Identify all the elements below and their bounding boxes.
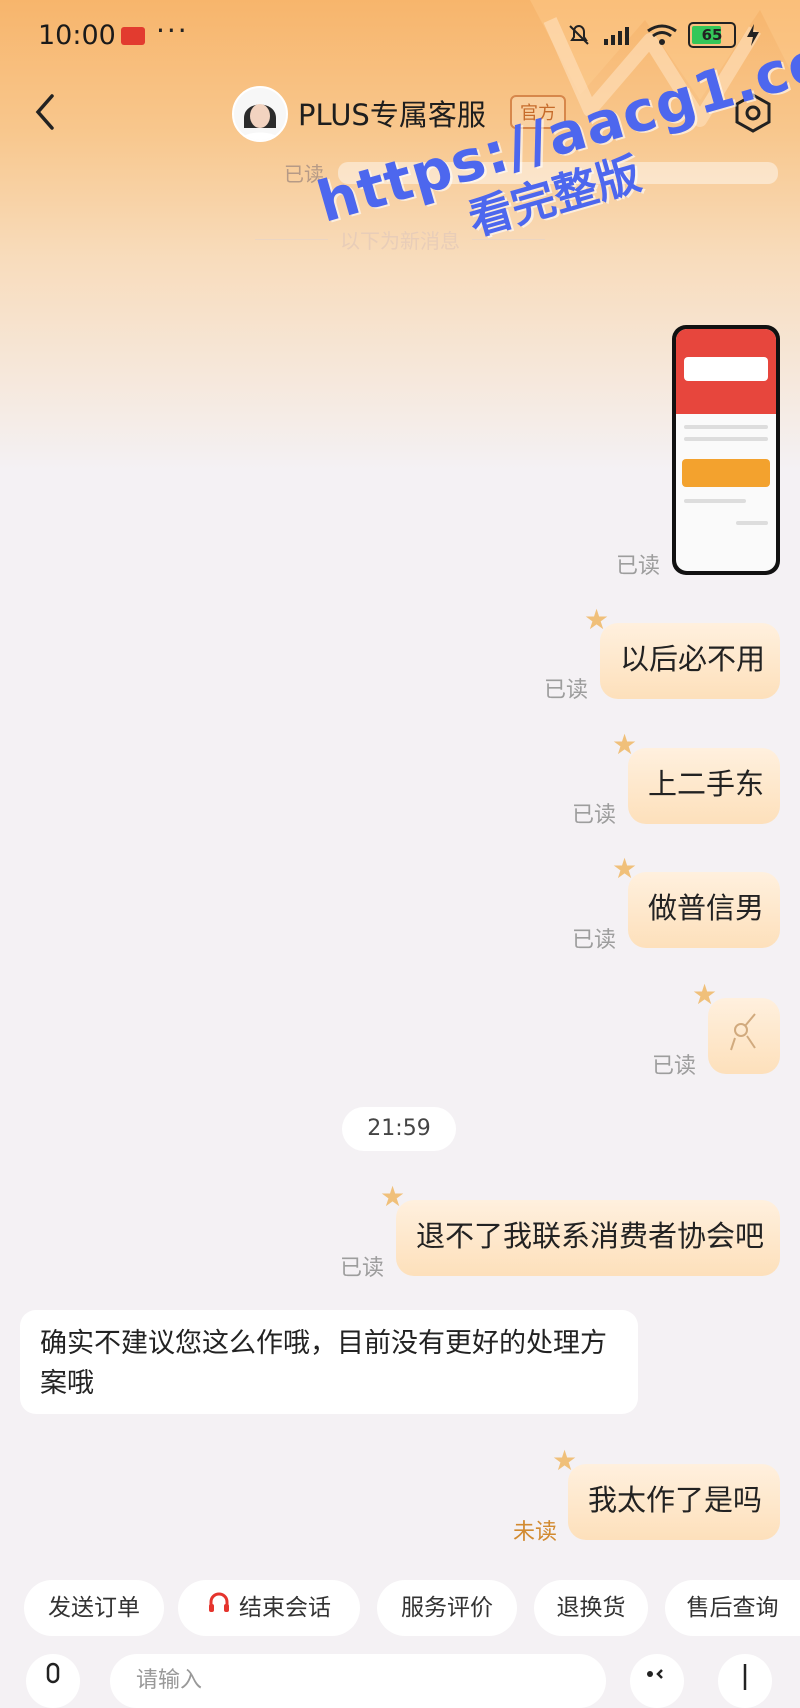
message-text: 上二手东 — [648, 767, 765, 801]
star-icon: ★ — [380, 1180, 406, 1213]
star-icon: ★ — [612, 852, 638, 885]
read-status: 已读 — [340, 1256, 385, 1281]
message-text: 做普信男 — [648, 891, 765, 925]
end-session-button[interactable]: 结束会话 — [178, 1580, 360, 1636]
back-icon[interactable] — [28, 88, 68, 136]
headset-icon — [207, 1580, 231, 1636]
star-icon: ★ — [552, 1444, 578, 1477]
message-text: 我太作了是吗 — [588, 1483, 763, 1517]
message-bubble[interactable]: ★ 以后必不用 — [584, 605, 780, 699]
input-bar: 请输入 — [0, 1654, 800, 1708]
chat-title: PLUS专属客服 — [298, 98, 486, 132]
read-status: 已读 — [544, 678, 589, 703]
read-status: 已读 — [616, 554, 661, 579]
timestamp: 21:59 — [342, 1107, 456, 1151]
message-text: 以后必不用 — [620, 642, 766, 676]
avatar[interactable] — [232, 86, 288, 142]
mic-icon[interactable] — [26, 1654, 80, 1708]
plus-icon[interactable] — [718, 1654, 772, 1708]
battery-icon: 65 — [688, 22, 736, 48]
message-bubble[interactable]: ★ 我太作了是吗 — [552, 1446, 780, 1540]
message-text: 确实不建议您这么作哦，目前没有更好的处理方案哦 — [40, 1328, 607, 1399]
wifi-icon — [647, 24, 677, 45]
service-rating-button[interactable]: 服务评价 — [377, 1580, 517, 1636]
agent-message-bubble[interactable]: 确实不建议您这么作哦，目前没有更好的处理方案哦 — [20, 1310, 638, 1414]
sticker-bubble[interactable]: ★ — [692, 980, 780, 1074]
screenshot-message[interactable] — [672, 325, 780, 575]
notification-flag-icon — [121, 27, 145, 45]
star-icon: ★ — [584, 603, 610, 636]
status-icons: 65 — [566, 22, 760, 48]
ok-hand-sticker-icon — [730, 1013, 756, 1051]
message-text: 退不了我联系消费者协会吧 — [416, 1219, 765, 1253]
read-status: 已读 — [572, 928, 617, 953]
star-icon: ★ — [612, 728, 638, 761]
emoji-icon[interactable] — [630, 1654, 684, 1708]
bell-muted-icon — [569, 24, 589, 45]
read-status: 已读 — [652, 1054, 697, 1079]
return-exchange-button[interactable]: 退换货 — [534, 1580, 648, 1636]
message-bubble[interactable]: ★ 做普信男 — [612, 854, 780, 948]
message-input[interactable]: 请输入 — [110, 1654, 606, 1708]
send-order-button[interactable]: 发送订单 — [24, 1580, 164, 1636]
status-time: 10:00 — [38, 20, 116, 51]
message-bubble[interactable]: ★ 退不了我联系消费者协会吧 — [380, 1182, 780, 1276]
unread-status: 未读 — [513, 1520, 558, 1545]
star-icon: ★ — [692, 978, 718, 1011]
signal-icon — [604, 27, 629, 45]
read-status: 已读 — [572, 803, 617, 828]
status-bar: 10:00 ··· 65 — [0, 0, 800, 74]
after-sales-query-button[interactable]: 售后查询 — [665, 1580, 800, 1636]
more-notifications-icon: ··· — [156, 14, 189, 47]
message-bubble[interactable]: ★ 上二手东 — [612, 730, 780, 824]
quick-actions-bar: 发送订单 结束会话 服务评价 退换货 售后查询 — [0, 1580, 800, 1640]
charging-icon — [747, 24, 759, 46]
